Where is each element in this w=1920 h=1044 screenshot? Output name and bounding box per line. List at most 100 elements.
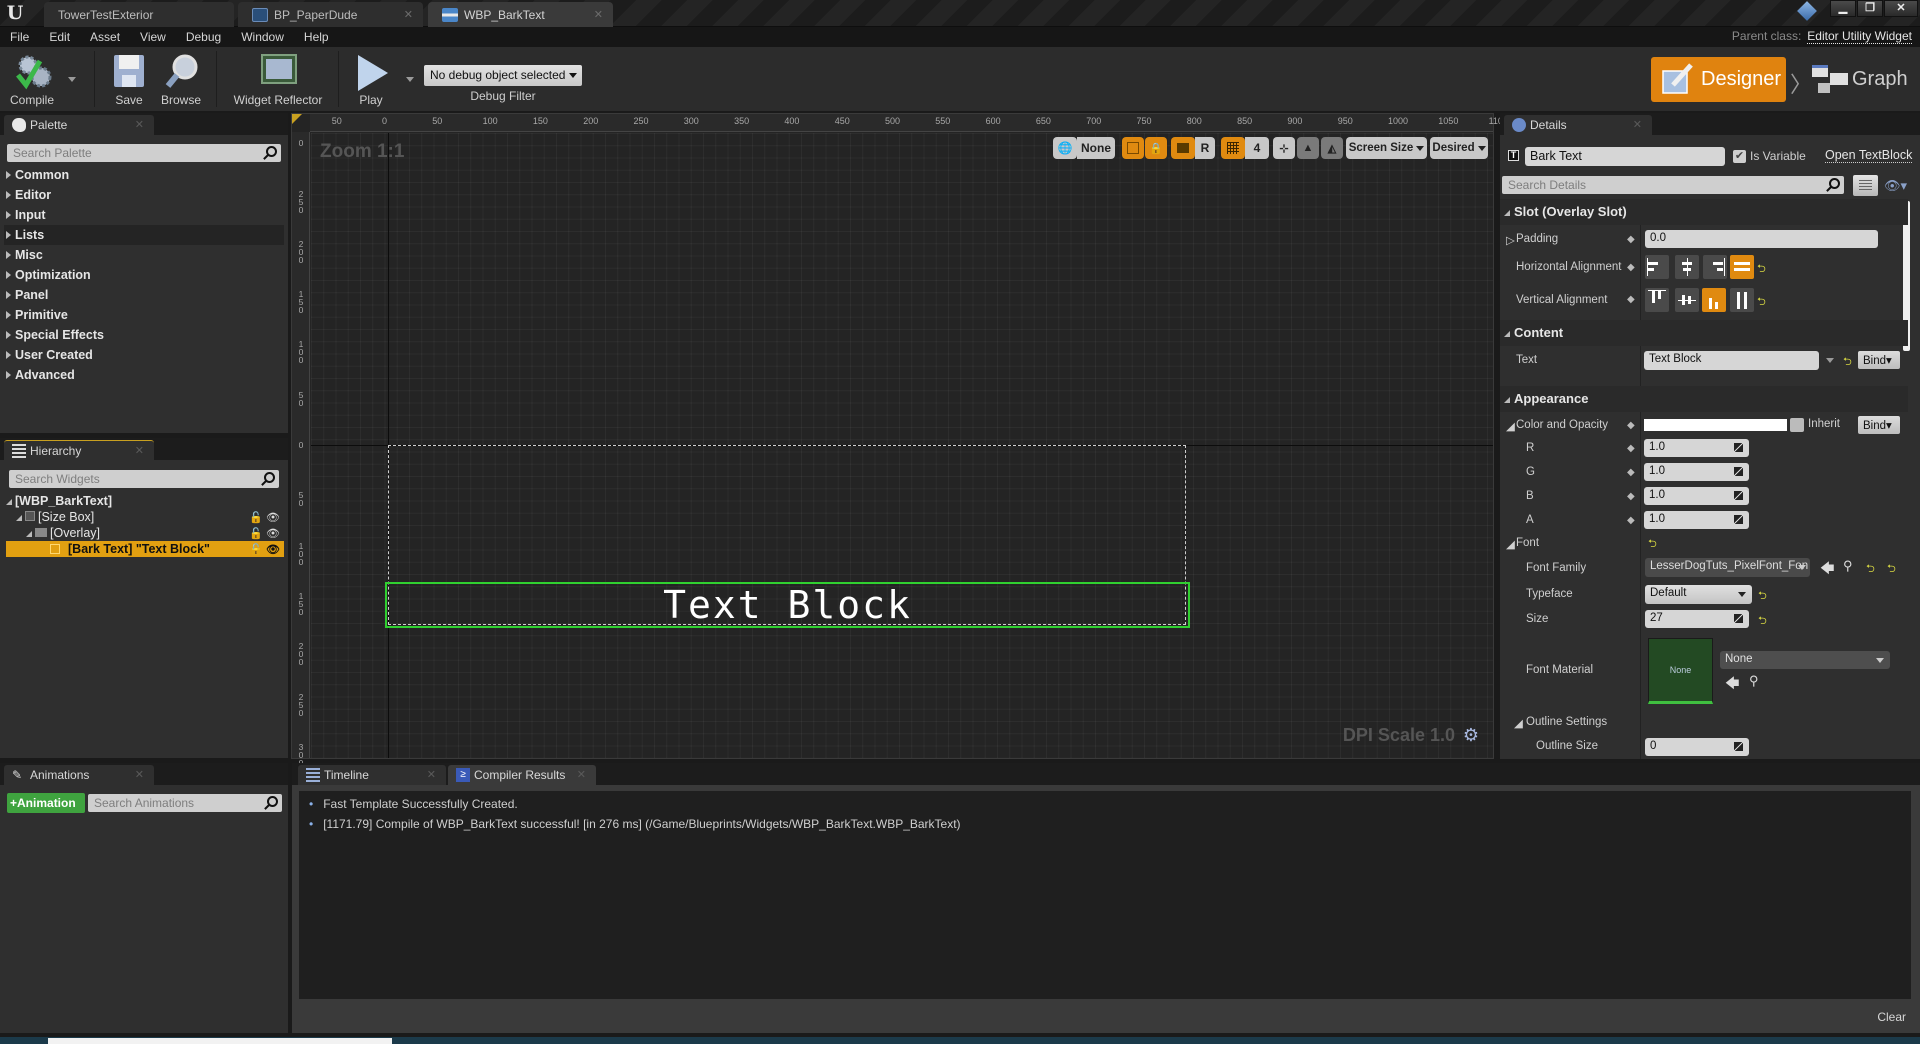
- property-binding-icon[interactable]: ◆: [1627, 420, 1635, 431]
- menu-view[interactable]: View: [140, 30, 175, 44]
- doc-tab-towertestexterior[interactable]: TowerTestExterior: [44, 2, 234, 27]
- font-expander[interactable]: ◢: [1506, 537, 1515, 551]
- property-binding-icon[interactable]: ◆: [1627, 443, 1635, 454]
- compiler-log[interactable]: • Fast Template Successfully Created. • [1…: [299, 791, 1911, 999]
- reset-to-default-icon[interactable]: ⮌: [1757, 260, 1766, 279]
- palette-category-input[interactable]: Input: [4, 205, 284, 225]
- menu-edit[interactable]: Edit: [49, 30, 79, 44]
- hierarchy-node-size-box[interactable]: [Size Box] 🔓 👁: [6, 509, 284, 525]
- palette-category-optimization[interactable]: Optimization: [4, 265, 284, 285]
- property-binding-icon[interactable]: ◆: [1627, 467, 1635, 478]
- palette-category-panel[interactable]: Panel: [4, 285, 284, 305]
- font-material-dropdown[interactable]: None: [1720, 651, 1890, 669]
- dpi-settings-gear-icon[interactable]: ⚙: [1463, 725, 1479, 746]
- h-align-center-button[interactable]: [1675, 255, 1699, 279]
- v-align-fill-button[interactable]: [1730, 288, 1754, 312]
- palette-category-primitive[interactable]: Primitive: [4, 305, 284, 325]
- clear-button[interactable]: Clear: [1877, 1010, 1906, 1024]
- palette-category-user-created[interactable]: User Created: [4, 345, 284, 365]
- toggle-outline-button[interactable]: [1122, 137, 1144, 159]
- reset-to-default-icon[interactable]: ⮌: [1757, 293, 1766, 312]
- palette-category-common[interactable]: Common: [4, 165, 284, 185]
- background-image-button[interactable]: ▲: [1297, 137, 1319, 159]
- reset-to-default-icon[interactable]: ⮌: [1843, 353, 1852, 372]
- hierarchy-search-input[interactable]: Search Widgets: [9, 470, 279, 488]
- color-bind-button[interactable]: Bind▾: [1858, 416, 1900, 434]
- close-icon[interactable]: ✕: [135, 441, 144, 461]
- v-align-bottom-button[interactable]: [1702, 288, 1726, 312]
- r-input[interactable]: 1.0: [1644, 439, 1749, 457]
- unreal-logo-icon[interactable]: U: [4, 2, 26, 24]
- hierarchy-node-overlay[interactable]: [Overlay] 🔓 👁: [6, 525, 284, 541]
- menu-window[interactable]: Window: [241, 30, 293, 44]
- details-column-divider[interactable]: [1640, 201, 1641, 759]
- save-button[interactable]: Save: [108, 51, 150, 109]
- padding-input[interactable]: 0.0: [1645, 230, 1878, 248]
- v-align-top-button[interactable]: [1645, 288, 1669, 312]
- tab-animations[interactable]: ✎ Animations ✕: [4, 765, 154, 785]
- property-binding-icon[interactable]: ◆: [1627, 262, 1635, 273]
- inherit-checkbox[interactable]: [1790, 418, 1804, 432]
- tab-hierarchy[interactable]: Hierarchy ✕: [4, 440, 154, 460]
- reset-to-default-icon[interactable]: ⮌: [1758, 587, 1767, 606]
- tab-palette[interactable]: Palette ✕: [4, 115, 154, 135]
- lock-visibility-icons[interactable]: 🔓 👁: [249, 542, 280, 558]
- toggle-respect-locks-button[interactable]: [1171, 137, 1195, 159]
- outline-size-input[interactable]: 0: [1645, 738, 1749, 756]
- close-icon[interactable]: ✕: [404, 8, 413, 21]
- palette-category-special-effects[interactable]: Special Effects: [4, 325, 284, 345]
- close-icon[interactable]: ✕: [427, 765, 436, 785]
- reset-to-default-icon[interactable]: ⮌: [1758, 612, 1767, 631]
- property-matrix-button[interactable]: [1853, 175, 1878, 196]
- menu-debug[interactable]: Debug: [186, 30, 230, 44]
- v-align-center-button[interactable]: [1675, 288, 1699, 312]
- graph-mode-button[interactable]: Graph: [1808, 57, 1908, 102]
- category-content[interactable]: Content: [1500, 320, 1908, 346]
- animations-search-input[interactable]: Search Animations: [88, 794, 282, 812]
- text-block-preview[interactable]: Text Block: [385, 582, 1190, 628]
- lock-visibility-icons[interactable]: 🔓 👁: [249, 526, 280, 542]
- grid-snap-size-dropdown[interactable]: 4: [1245, 137, 1269, 159]
- doc-tab-bp-paperdude[interactable]: BP_PaperDude ✕: [238, 2, 423, 27]
- size-input[interactable]: 27: [1645, 610, 1749, 628]
- use-selected-arrow-icon[interactable]: 🡄: [1725, 673, 1739, 697]
- close-icon[interactable]: ✕: [577, 765, 586, 785]
- close-icon[interactable]: ✕: [594, 8, 603, 21]
- reset-to-default-icon[interactable]: ⮌: [1648, 535, 1657, 554]
- expand-arrow-icon[interactable]: [26, 531, 32, 537]
- tab-timeline[interactable]: Timeline ✕: [298, 765, 446, 785]
- expand-arrow-icon[interactable]: [16, 515, 22, 521]
- compile-button[interactable]: Compile: [4, 51, 60, 109]
- hierarchy-node-bark-text[interactable]: [Bark Text] "Text Block" 🔓 👁: [6, 541, 284, 557]
- use-selected-arrow-icon[interactable]: 🡄: [1820, 558, 1834, 582]
- parent-class-link[interactable]: Editor Utility Widget: [1807, 29, 1912, 44]
- widget-reflector-button[interactable]: Widget Reflector: [228, 51, 328, 109]
- designer-canvas[interactable]: 50 0 50 100 150 200 250 300 350 400 450 500 550 600 65…: [291, 113, 1508, 767]
- tab-details[interactable]: Details ✕: [1504, 115, 1652, 135]
- a-input[interactable]: 1.0: [1644, 511, 1749, 529]
- g-input[interactable]: 1.0: [1644, 463, 1749, 481]
- visibility-filter-eye-icon[interactable]: 👁▾: [1884, 178, 1907, 194]
- b-input[interactable]: 1.0: [1644, 487, 1749, 505]
- palette-category-advanced[interactable]: Advanced: [4, 365, 284, 385]
- close-icon[interactable]: ✕: [135, 765, 144, 785]
- property-binding-icon[interactable]: ◆: [1627, 515, 1635, 526]
- text-bind-button[interactable]: Bind▾: [1858, 351, 1900, 369]
- property-binding-icon[interactable]: ◆: [1627, 234, 1635, 245]
- debug-object-combo[interactable]: No debug object selected: [424, 65, 582, 86]
- property-binding-icon[interactable]: ◆: [1627, 491, 1635, 502]
- open-textblock-link[interactable]: Open TextBlock: [1825, 148, 1913, 163]
- menu-asset[interactable]: Asset: [90, 30, 129, 44]
- h-align-right-button[interactable]: [1703, 255, 1727, 279]
- zoom-to-fit-button[interactable]: ⊹: [1273, 137, 1295, 159]
- doc-tab-wbp-barktext[interactable]: WBP_BarkText ✕: [428, 2, 613, 27]
- palette-category-misc[interactable]: Misc: [4, 245, 284, 265]
- is-variable-checkbox[interactable]: ✔: [1733, 150, 1746, 163]
- flip-rtl-button[interactable]: ◭: [1321, 137, 1343, 159]
- spin-icon[interactable]: [1734, 742, 1743, 751]
- localization-globe-button[interactable]: 🌐: [1053, 137, 1077, 159]
- toggle-lock-button[interactable]: 🔒: [1145, 137, 1167, 159]
- font-material-thumbnail[interactable]: None: [1648, 638, 1713, 704]
- padding-expander-icon[interactable]: ▷: [1506, 233, 1515, 247]
- culture-preview-dropdown[interactable]: None: [1077, 137, 1115, 159]
